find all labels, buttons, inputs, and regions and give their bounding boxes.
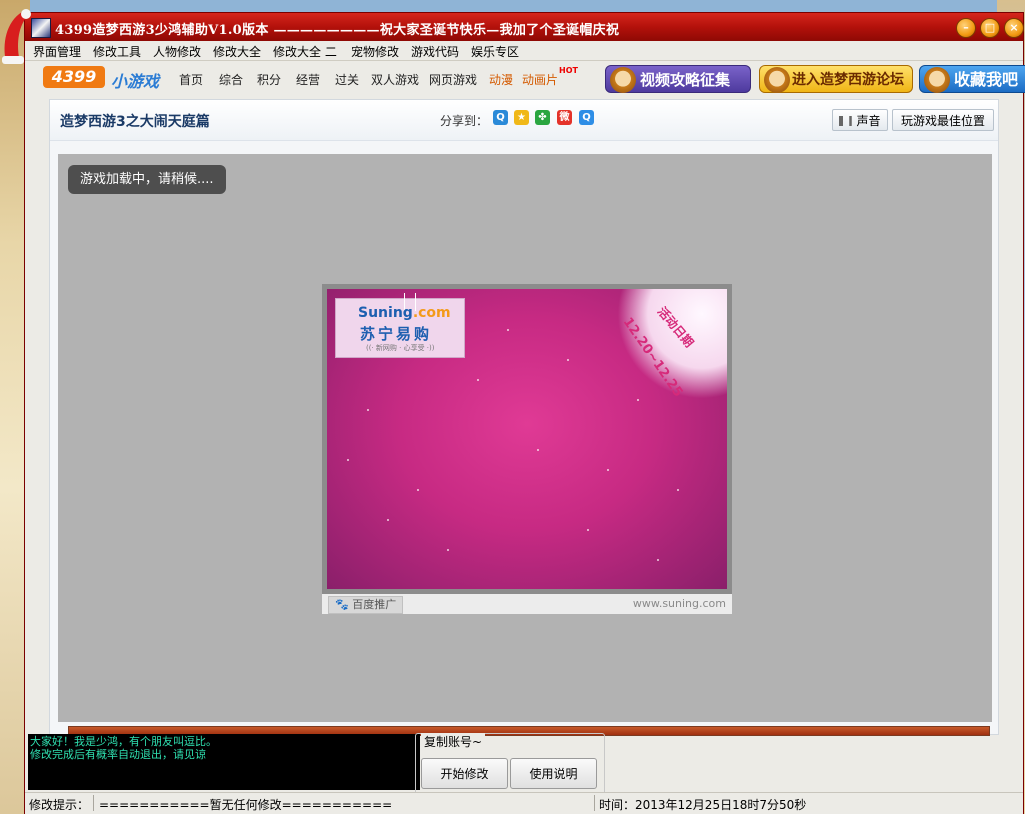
qzone-icon[interactable]: Q xyxy=(493,110,508,125)
nav-link-management[interactable]: 经营 xyxy=(296,71,320,88)
menu-item-all-mods-2[interactable]: 修改大全 二 xyxy=(273,43,337,60)
hot-badge: HOT xyxy=(559,66,578,75)
game-panel: 造梦西游3之大闹天庭篇 分享到： Q ★ ✤ 微 Q 声音 玩游戏最佳位置 游戏… xyxy=(49,99,999,736)
game-area[interactable]: 游戏加载中，请稍候.... 活动日期 12.20~12.25 Suning.co… xyxy=(58,154,992,736)
copy-account-label[interactable]: 复制账号~ xyxy=(421,733,486,750)
logo-mini-games[interactable]: 小游戏 xyxy=(111,68,159,92)
nav-link-general[interactable]: 综合 xyxy=(219,71,243,88)
suning-brand-en: Suning xyxy=(358,305,413,321)
weibo-icon[interactable]: 微 xyxy=(557,110,572,125)
video-guide-label: 视频攻略征集 xyxy=(640,71,731,89)
santa-hat-icon xyxy=(2,9,31,64)
restore-button[interactable]: □ xyxy=(980,18,1000,38)
star-icon[interactable]: ★ xyxy=(514,110,529,125)
speaker-icon xyxy=(839,116,853,126)
game-title: 造梦西游3之大闹天庭篇 xyxy=(60,114,210,130)
qq-icon[interactable]: Q xyxy=(579,110,594,125)
log-line: 大家好！我是少鸿，有个朋友叫逗比。 xyxy=(30,735,217,748)
monkey-king-icon xyxy=(764,67,790,93)
menu-item-pet[interactable]: 宠物修改 xyxy=(351,43,399,60)
menu-item-game-code[interactable]: 游戏代码 xyxy=(411,43,459,60)
menu-item-tools[interactable]: 修改工具 xyxy=(93,43,141,60)
forum-banner[interactable]: 进入造梦西游论坛 xyxy=(759,65,913,93)
status-time: 时间：2013年12月25日18时7分50秒 xyxy=(599,798,807,812)
app-icon xyxy=(31,18,51,38)
suning-brand-domain: .com xyxy=(412,305,451,321)
suning-tagline: ((· 新网购 · 心享受 ·)) xyxy=(366,344,435,352)
suning-brand-cn: 苏宁易购 xyxy=(360,325,433,343)
baidu-promo-button[interactable]: 🐾 百度推广 xyxy=(328,596,404,614)
loading-tip: 游戏加载中，请稍候.... xyxy=(68,165,226,194)
video-guide-banner[interactable]: 视频攻略征集 xyxy=(605,65,751,93)
ad-footer: 🐾 百度推广 www.suning.com xyxy=(322,594,732,614)
share-label: 分享到： xyxy=(440,114,489,128)
nav-link-cartoons[interactable]: 动画片 xyxy=(522,71,558,88)
monkey-king-icon xyxy=(610,67,636,93)
nav-link-points[interactable]: 积分 xyxy=(257,71,281,88)
start-modify-button[interactable]: 开始修改 xyxy=(421,758,508,789)
window-title: 4399造梦西游3少鸿辅助V1.0版本 ————————祝大家圣诞节快乐—我加了… xyxy=(55,23,620,38)
menu-item-ui-manage[interactable]: 界面管理 xyxy=(33,43,81,60)
best-position-button[interactable]: 玩游戏最佳位置 xyxy=(892,109,994,131)
menu-item-all-mods[interactable]: 修改大全 xyxy=(213,43,261,60)
game-header: 造梦西游3之大闹天庭篇 分享到： Q ★ ✤ 微 Q 声音 玩游戏最佳位置 xyxy=(50,100,998,141)
minimize-button[interactable]: – xyxy=(956,18,976,38)
forum-label: 进入造梦西游论坛 xyxy=(792,72,904,88)
title-bar[interactable]: 4399造梦西游3少鸿辅助V1.0版本 ————————祝大家圣诞节快乐—我加了… xyxy=(25,13,1024,41)
instructions-button[interactable]: 使用说明 xyxy=(510,758,597,789)
menu-item-entertainment[interactable]: 娱乐专区 xyxy=(471,43,519,60)
bookmark-label: 收藏我吧 xyxy=(954,70,1019,89)
log-console: 大家好！我是少鸿，有个朋友叫逗比。 修改完成后有概率自动退出，请见谅 xyxy=(28,734,420,790)
status-bar: 修改提示： ===========暂无任何修改=========== 时间：20… xyxy=(25,792,1023,814)
status-hint-value: ===========暂无任何修改=========== xyxy=(99,798,393,812)
logo-4399[interactable]: 4399 xyxy=(43,66,105,88)
app-window: 4399造梦西游3少鸿辅助V1.0版本 ————————祝大家圣诞节快乐—我加了… xyxy=(24,12,1025,814)
nav-link-levels[interactable]: 过关 xyxy=(335,71,359,88)
paw-icon: 🐾 xyxy=(335,598,349,611)
sound-label: 声音 xyxy=(856,114,881,128)
suning-ad[interactable]: 活动日期 12.20~12.25 Suning.com 苏宁易购 ((· 新网购… xyxy=(327,289,727,589)
log-line: 修改完成后有概率自动退出，请见谅 xyxy=(30,748,206,761)
ad-frame[interactable]: 活动日期 12.20~12.25 Suning.com 苏宁易购 ((· 新网购… xyxy=(322,284,732,614)
account-group: 复制账号~ 开始修改 使用说明 xyxy=(415,733,605,795)
menu-item-character[interactable]: 人物修改 xyxy=(153,43,201,60)
suning-logo: Suning.com 苏宁易购 ((· 新网购 · 心享受 ·)) xyxy=(335,293,465,358)
menu-bar: 界面管理 修改工具 人物修改 修改大全 修改大全 二 宠物修改 游戏代码 娱乐专… xyxy=(25,41,1023,61)
close-button[interactable]: × xyxy=(1004,18,1024,38)
clover-icon[interactable]: ✤ xyxy=(535,110,550,125)
ad-url[interactable]: www.suning.com xyxy=(633,597,726,610)
nav-link-two-player[interactable]: 双人游戏 xyxy=(371,71,419,88)
monkey-king-icon xyxy=(924,67,950,93)
site-nav-bar: 4399 小游戏 首页 综合 积分 经营 过关 双人游戏 网页游戏 动漫 动画片… xyxy=(33,63,1025,95)
nav-link-home[interactable]: 首页 xyxy=(179,71,203,88)
nav-link-web-games[interactable]: 网页游戏 xyxy=(429,71,477,88)
nav-link-anime[interactable]: 动漫 xyxy=(489,71,513,88)
sound-button[interactable]: 声音 xyxy=(832,109,888,131)
status-hint-label: 修改提示： xyxy=(29,798,90,812)
bookmark-banner[interactable]: 收藏我吧 xyxy=(919,65,1025,93)
